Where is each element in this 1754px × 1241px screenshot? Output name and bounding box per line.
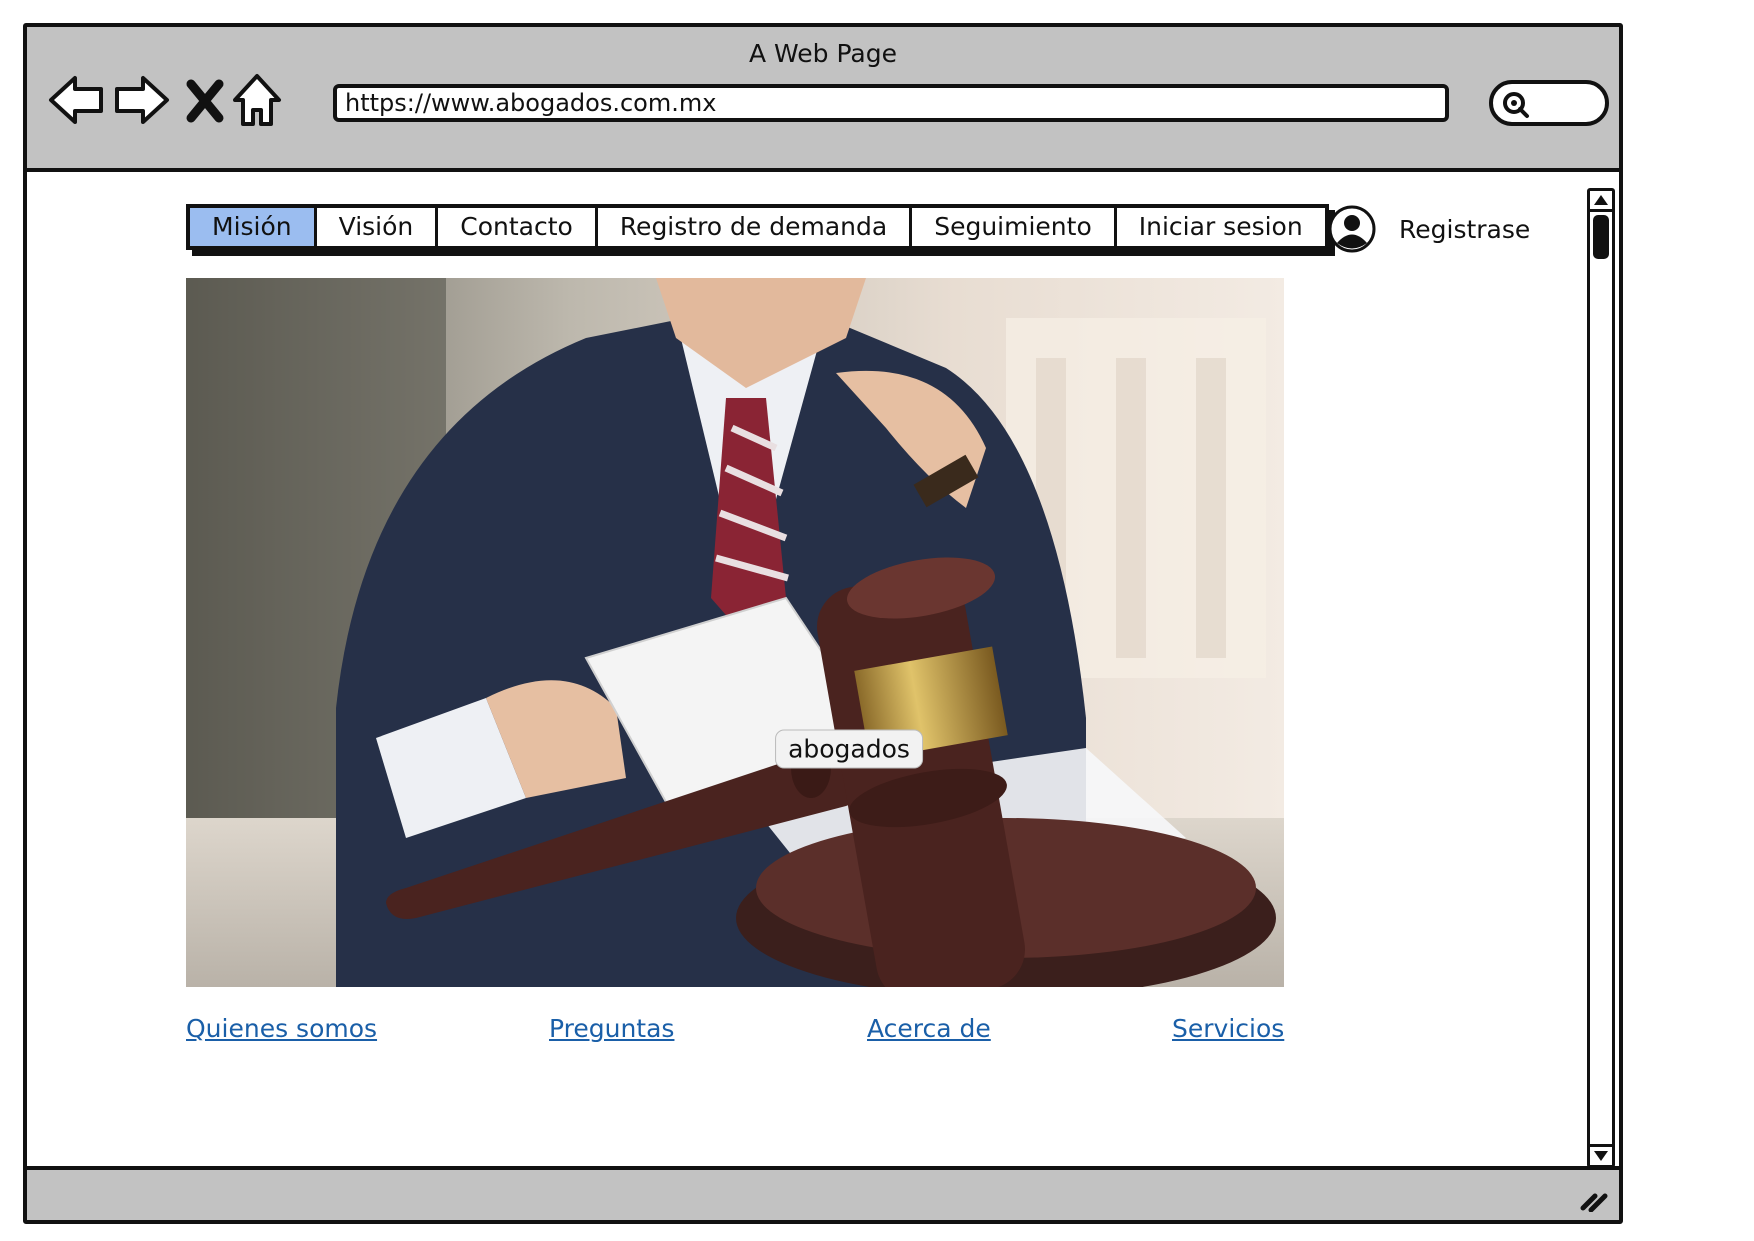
page-viewport: Misión Visión Contacto Registro de deman… xyxy=(27,172,1619,1168)
link-quienes-somos[interactable]: Quienes somos xyxy=(186,1014,377,1043)
main-nav-tabs: Misión Visión Contacto Registro de deman… xyxy=(186,204,1329,250)
back-arrow-icon[interactable] xyxy=(47,70,107,130)
hero-image: abogados xyxy=(186,278,1284,987)
register-label: Registrase xyxy=(1399,214,1531,244)
tab-contacto[interactable]: Contacto xyxy=(438,208,598,246)
search-field[interactable] xyxy=(1489,80,1609,126)
resize-grip-icon[interactable] xyxy=(1579,1186,1609,1212)
scrollbar-thumb[interactable] xyxy=(1593,215,1609,259)
url-input[interactable]: https://www.abogados.com.mx xyxy=(333,84,1449,122)
link-preguntas[interactable]: Preguntas xyxy=(549,1014,674,1043)
close-icon[interactable] xyxy=(175,70,235,130)
window-title: A Web Page xyxy=(748,39,898,68)
tab-mision[interactable]: Misión xyxy=(190,208,317,246)
home-icon[interactable] xyxy=(227,70,287,130)
scroll-down-arrow-icon[interactable] xyxy=(1590,1144,1612,1165)
tab-seguimiento[interactable]: Seguimiento xyxy=(912,208,1117,246)
link-servicios[interactable]: Servicios xyxy=(1172,1014,1284,1043)
tab-iniciar-sesion[interactable]: Iniciar sesion xyxy=(1117,208,1325,246)
tab-vision[interactable]: Visión xyxy=(317,208,439,246)
search-icon xyxy=(1503,92,1529,118)
tab-registro-de-demanda[interactable]: Registro de demanda xyxy=(598,208,913,246)
user-avatar-icon xyxy=(1328,205,1376,253)
link-acerca-de[interactable]: Acerca de xyxy=(867,1014,991,1043)
forward-arrow-icon[interactable] xyxy=(111,70,171,130)
register-link[interactable]: Registrase xyxy=(1327,203,1530,255)
scroll-up-arrow-icon[interactable] xyxy=(1590,191,1612,212)
status-bar xyxy=(27,1166,1619,1220)
vertical-scrollbar[interactable] xyxy=(1587,188,1615,1168)
browser-toolbar: A Web Page https://www.abogados.com.mx xyxy=(27,27,1619,172)
browser-window: A Web Page https://www.abogados.com.mx M… xyxy=(23,23,1623,1224)
hero-caption: abogados xyxy=(775,729,923,769)
